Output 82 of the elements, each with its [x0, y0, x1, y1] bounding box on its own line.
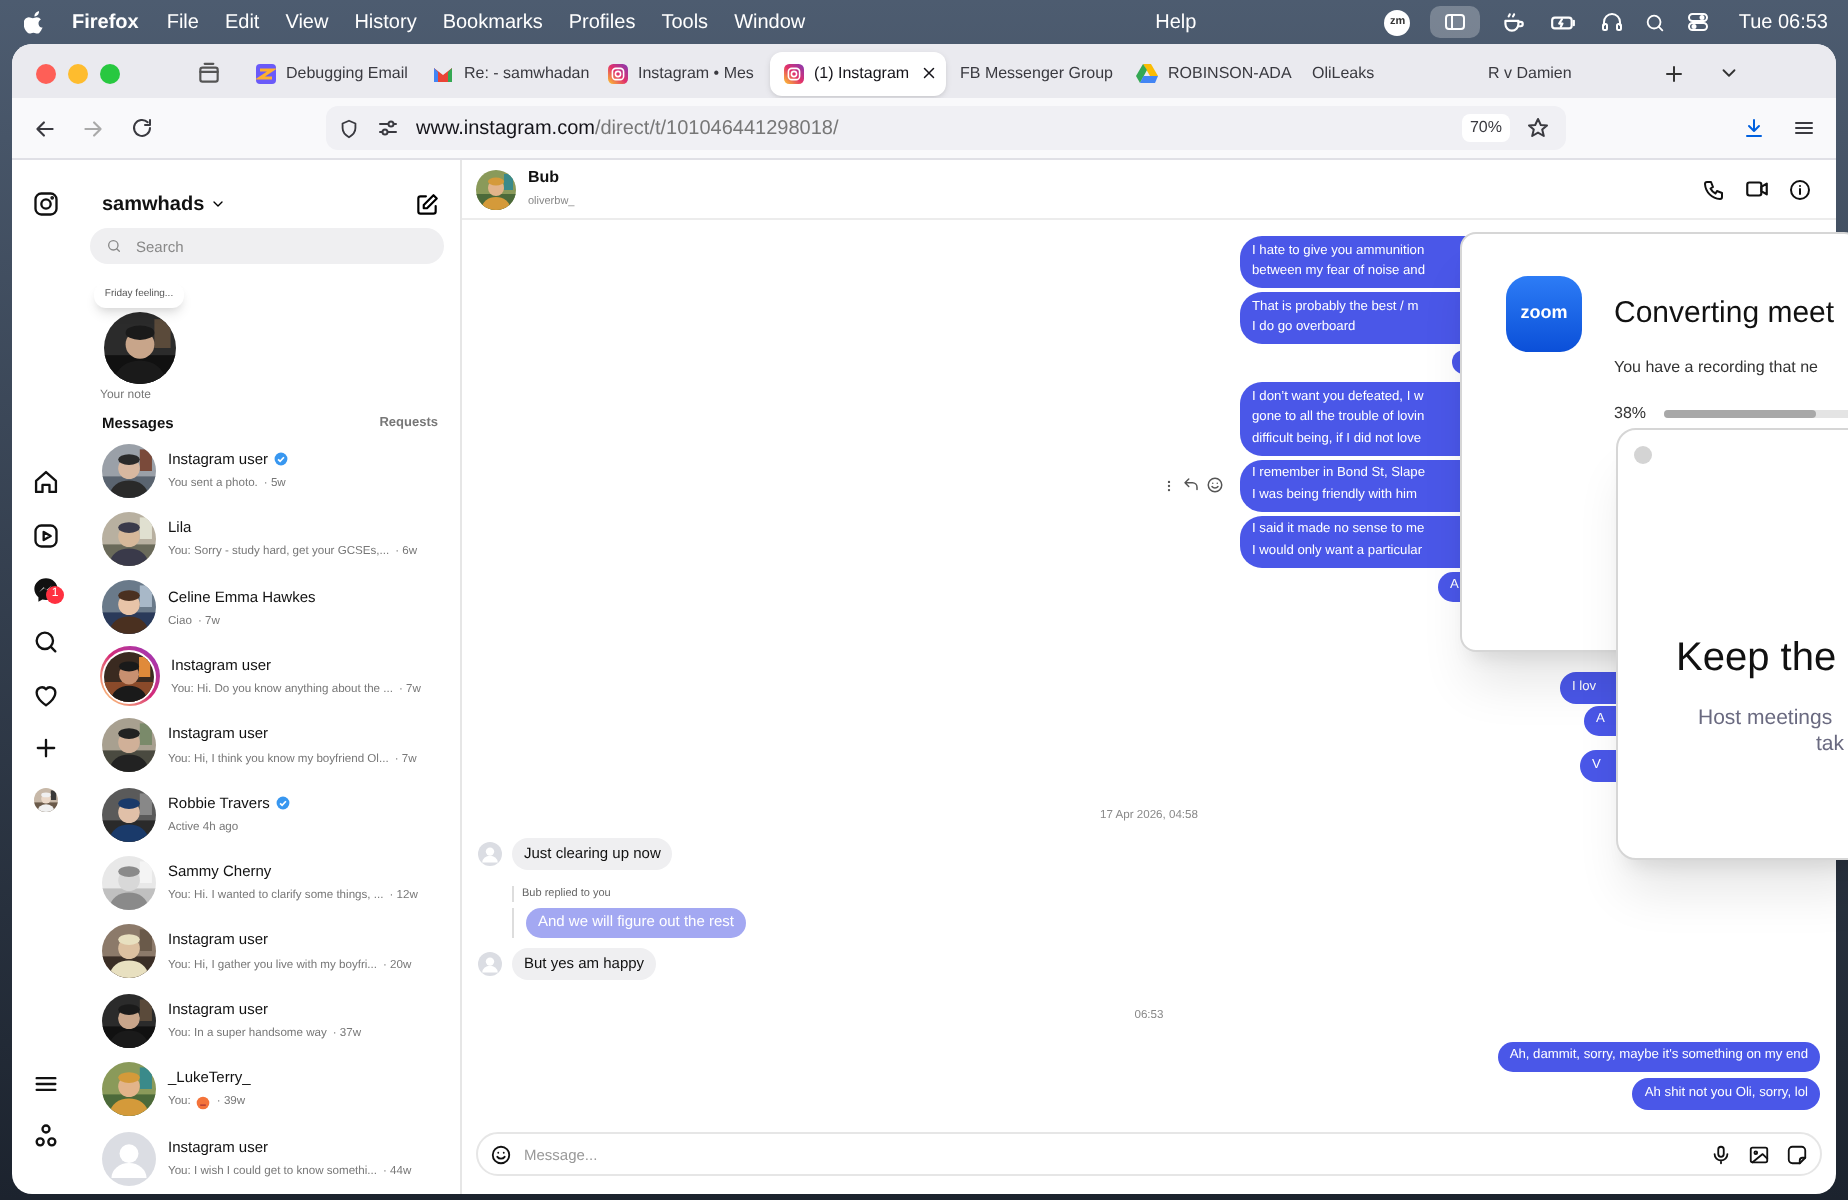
tab-overview-icon[interactable]: [196, 60, 222, 86]
zoom-level-button[interactable]: 70%: [1461, 114, 1510, 142]
instagram-favicon-icon: [608, 63, 628, 83]
url-text: www.instagram.com/direct/t/101046441298018/: [416, 115, 839, 143]
sidebar-icon: [1442, 10, 1469, 34]
url-field[interactable]: www.instagram.com/direct/t/101046441298018/ 70%: [326, 106, 1566, 150]
menu-item[interactable]: Help: [1155, 7, 1197, 37]
story-ring[interactable]: [99, 646, 159, 707]
more-icon[interactable]: [1162, 477, 1176, 493]
default-avatar-icon: [478, 841, 502, 866]
menu-item[interactable]: History: [354, 7, 417, 37]
cup-icon[interactable]: [1500, 9, 1527, 35]
reload-icon[interactable]: [130, 116, 154, 140]
tab-title: OliLeaks: [1312, 61, 1375, 85]
bookmark-star-icon[interactable]: [1526, 116, 1550, 140]
dialog-message: You have a recording that ne: [1614, 355, 1821, 379]
app-favicon-icon: [256, 63, 276, 83]
browser-tab[interactable]: FB Messenger Group: [946, 51, 1122, 95]
info-icon[interactable]: [1788, 177, 1812, 201]
browser-tab[interactable]: OliLeaks: [1298, 51, 1474, 95]
default-avatar-icon: [102, 1131, 156, 1186]
tab-title: (1) Instagram: [814, 61, 910, 85]
menu-item[interactable]: View: [285, 7, 329, 37]
default-avatar-icon: [478, 952, 502, 977]
shield-icon[interactable]: [338, 117, 360, 139]
react-emoji-icon[interactable]: [1206, 476, 1224, 494]
browser-tab[interactable]: Instagram • Mes: [594, 51, 770, 95]
sticker-icon[interactable]: [1786, 1143, 1808, 1165]
drive-favicon-icon: [1136, 63, 1158, 83]
phone-icon[interactable]: [1702, 177, 1726, 201]
instagram-logo-icon[interactable]: [32, 190, 60, 218]
menu-app-name[interactable]: Firefox: [72, 7, 139, 37]
home-icon[interactable]: [32, 468, 60, 496]
tab-title: R v Damien: [1488, 61, 1572, 85]
create-icon[interactable]: [32, 734, 60, 762]
microphone-icon[interactable]: [1710, 1143, 1732, 1165]
reels-icon[interactable]: [32, 522, 60, 550]
permissions-icon[interactable]: [376, 116, 400, 140]
menu-item[interactable]: Window: [734, 7, 806, 37]
image-icon[interactable]: [1748, 1143, 1770, 1165]
emoji-icon[interactable]: [490, 1143, 512, 1165]
back-icon[interactable]: [32, 115, 58, 141]
dropdown-chevron-icon[interactable]: [210, 196, 227, 212]
menu-item[interactable]: Edit: [224, 7, 260, 37]
sidebar-status-button[interactable]: [1430, 6, 1481, 38]
menu-item[interactable]: File: [166, 7, 199, 37]
browser-tab[interactable]: Re: - samwhadan: [418, 51, 594, 95]
instagram-favicon-icon: [784, 63, 804, 83]
menu-icon[interactable]: [1792, 116, 1816, 140]
account-name[interactable]: samwhads: [102, 189, 205, 219]
search-icon[interactable]: [1644, 11, 1667, 33]
mail-favicon-icon: [432, 63, 454, 83]
download-icon[interactable]: [1742, 116, 1766, 140]
meta-apps-icon[interactable]: [32, 1122, 60, 1150]
browser-tab[interactable]: (1) Instagram: [770, 51, 946, 95]
chat-contact-name[interactable]: Bub: [528, 166, 575, 191]
zoom-logo: zoom: [1506, 276, 1582, 352]
browser-tab[interactable]: R v Damien: [1474, 51, 1650, 95]
dialog-text: tak: [1816, 732, 1845, 758]
menu-item[interactable]: Tools: [661, 7, 709, 37]
tab-title: FB Messenger Group: [960, 61, 1113, 85]
control-center-icon[interactable]: [1686, 10, 1711, 34]
search-icon[interactable]: [32, 628, 60, 656]
tab-title: ROBINSON-ADA: [1168, 61, 1292, 85]
tab-title: Re: - samwhadan: [464, 61, 590, 85]
new-tab-icon[interactable]: [1662, 61, 1686, 85]
tab-title: Instagram • Mes: [638, 61, 754, 85]
search-icon: [106, 238, 122, 254]
tab-title: Debugging Email: [286, 61, 408, 85]
compose-icon[interactable]: [414, 191, 440, 217]
menu-item[interactable]: Bookmarks: [442, 7, 543, 37]
headphones-icon[interactable]: [1600, 10, 1625, 34]
apple-logo-icon[interactable]: [24, 10, 46, 34]
browser-tab[interactable]: Debugging Email: [242, 51, 418, 95]
reply-icon[interactable]: [1182, 476, 1200, 494]
menu-clock[interactable]: Tue 06:53: [1738, 7, 1828, 37]
close-icon[interactable]: [919, 64, 938, 82]
browser-tab[interactable]: ROBINSON-ADA: [1122, 51, 1298, 95]
progress-percent: 38%: [1614, 401, 1647, 425]
heart-icon[interactable]: [32, 682, 60, 710]
menu-item[interactable]: Profiles: [568, 7, 636, 37]
video-call-icon[interactable]: [1744, 176, 1770, 202]
